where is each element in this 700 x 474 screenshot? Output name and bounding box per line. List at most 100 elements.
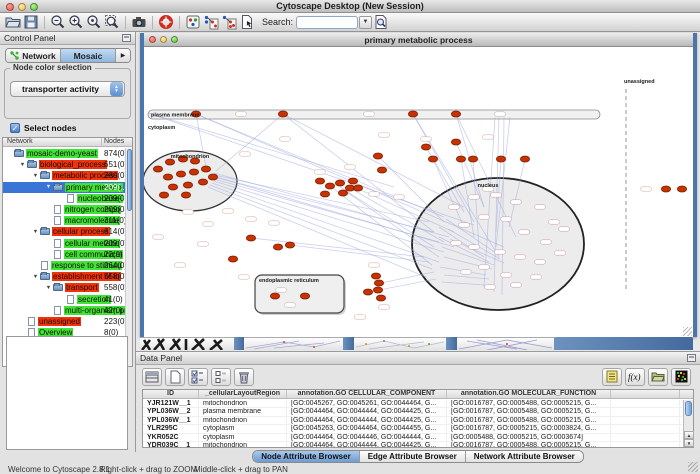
- network-node[interactable]: [198, 179, 207, 185]
- background-window-edge[interactable]: [343, 337, 354, 350]
- snapshot-button[interactable]: [130, 14, 148, 31]
- column-header[interactable]: annotation.GO MOLECULAR_FUNCTION: [447, 390, 611, 398]
- network-node[interactable]: [183, 182, 192, 188]
- tree-item[interactable]: macromolecule311(0): [3, 215, 125, 226]
- network-node[interactable]: [163, 174, 172, 180]
- network-node[interactable]: [408, 111, 417, 117]
- tree-item[interactable]: response to stimulu264(0): [3, 260, 125, 271]
- network-node[interactable]: [278, 111, 287, 117]
- tree-item[interactable]: ▼cellular process614(0): [3, 226, 125, 237]
- expand-arrow-icon[interactable]: ▼: [31, 173, 40, 179]
- advanced-search-button[interactable]: [372, 14, 390, 31]
- network-node[interactable]: [363, 289, 372, 295]
- help-button[interactable]: [157, 14, 175, 31]
- background-window-edge[interactable]: [554, 337, 693, 350]
- more-tabs-button[interactable]: ▶: [116, 49, 130, 62]
- import-attributes-button[interactable]: [648, 368, 668, 386]
- background-window-sliver[interactable]: [244, 337, 343, 350]
- table-scrollbar-thumb[interactable]: [685, 401, 692, 416]
- expand-arrow-icon[interactable]: ▼: [31, 229, 40, 235]
- column-header[interactable]: [611, 390, 680, 398]
- network-edge[interactable]: [214, 173, 449, 237]
- zoom-in-button[interactable]: [67, 14, 85, 31]
- attribute-table-button[interactable]: [142, 368, 162, 386]
- background-window-sliver[interactable]: [457, 337, 554, 350]
- network-node[interactable]: [374, 280, 383, 286]
- new-attribute-button[interactable]: [165, 368, 185, 386]
- background-window-edge[interactable]: [446, 337, 457, 350]
- save-button[interactable]: [22, 14, 40, 31]
- network-edge[interactable]: [379, 279, 436, 290]
- network-node[interactable]: [159, 192, 168, 198]
- network-node[interactable]: [168, 184, 177, 190]
- network-node[interactable]: [228, 256, 237, 262]
- network-node[interactable]: [325, 183, 334, 189]
- tree-item[interactable]: ▼primary metabo209(...: [3, 182, 125, 193]
- float-window-icon[interactable]: [687, 354, 696, 362]
- zoom-out-button[interactable]: [49, 14, 67, 31]
- network-node[interactable]: [300, 293, 309, 299]
- unselect-attributes-button[interactable]: [211, 368, 231, 386]
- tree-header-nodes[interactable]: Nodes: [102, 138, 132, 146]
- network-node[interactable]: [371, 273, 380, 279]
- search-input[interactable]: [296, 16, 358, 29]
- expand-arrow-icon[interactable]: ▼: [31, 274, 40, 280]
- column-header[interactable]: annotation.GO CELLULAR_COMPONENT: [287, 390, 447, 398]
- annotation-button[interactable]: [238, 14, 256, 31]
- background-window-sliver[interactable]: [140, 337, 234, 350]
- delete-attribute-button[interactable]: [234, 368, 254, 386]
- network-node[interactable]: [373, 153, 382, 159]
- tree-item[interactable]: mosaic-demo-yeast874(0): [3, 148, 125, 159]
- open-button[interactable]: [4, 14, 22, 31]
- select-nodes-checkbox[interactable]: ✓: [10, 123, 20, 133]
- network-node[interactable]: [270, 293, 279, 299]
- tree-item[interactable]: cell communicat22(0): [3, 249, 125, 260]
- network-node[interactable]: [520, 156, 529, 162]
- network-node[interactable]: [335, 180, 344, 186]
- network-node[interactable]: [246, 235, 255, 241]
- column-header[interactable]: _cellularLayoutRegion: [199, 390, 287, 398]
- tree-item[interactable]: nitrogen compo209(0): [3, 204, 125, 215]
- table-row[interactable]: YLR295Ccytoplasm[GO:0045263, GO:0044464,…: [143, 425, 682, 433]
- scroll-up-button[interactable]: ▲: [684, 431, 694, 439]
- network-node[interactable]: [376, 295, 385, 301]
- zoom-selected-region-button[interactable]: [103, 14, 121, 31]
- tree-item[interactable]: unassigned223(0): [3, 316, 125, 327]
- tab-network[interactable]: Network: [6, 49, 61, 62]
- tree-scrollbar-thumb[interactable]: [127, 149, 132, 211]
- network-window-titlebar[interactable]: primary metabolic process: [144, 33, 693, 47]
- notes-button[interactable]: [602, 368, 622, 386]
- network-node[interactable]: [176, 171, 185, 177]
- window-resize-grip[interactable]: [683, 327, 692, 336]
- network-canvas[interactable]: plasma membranecytoplasmmitochondrionnuc…: [144, 47, 693, 337]
- table-row[interactable]: YPL036W__1mitochondrion[GO:0044464, GO:0…: [143, 417, 682, 425]
- tree-item[interactable]: ▼metabolic process280(0): [3, 170, 125, 181]
- tree-item[interactable]: ▼transport558(0): [3, 282, 125, 293]
- tab-edge-attribute-browser[interactable]: Edge Attribute Browser: [360, 451, 466, 462]
- network-node[interactable]: [348, 178, 357, 184]
- zoom-fit-button[interactable]: [85, 14, 103, 31]
- network-node[interactable]: [421, 144, 430, 150]
- tab-mosaic[interactable]: Mosaic: [61, 49, 116, 62]
- network-node[interactable]: [377, 167, 386, 173]
- network-node[interactable]: [315, 178, 324, 184]
- background-window-edge[interactable]: [234, 337, 244, 350]
- network-node[interactable]: [353, 185, 362, 191]
- tree-header-network[interactable]: Network: [3, 138, 102, 146]
- network-node[interactable]: [451, 111, 460, 117]
- color-attribute-dropdown[interactable]: transporter activity ▲▼: [10, 81, 125, 97]
- tree-item[interactable]: cellular metabo209(0): [3, 238, 125, 249]
- network-edge[interactable]: [283, 114, 434, 232]
- network-node[interactable]: [373, 287, 382, 293]
- select-attributes-button[interactable]: [188, 368, 208, 386]
- matrix-view-button[interactable]: [671, 368, 691, 386]
- table-row[interactable]: YKR052Ccytoplasm[GO:0044464, GO:0044446,…: [143, 434, 682, 442]
- tree-scrollbar[interactable]: [125, 148, 132, 366]
- expand-arrow-icon[interactable]: ▼: [44, 184, 53, 190]
- float-window-icon[interactable]: [122, 34, 131, 42]
- birdseye-view[interactable]: [6, 336, 128, 450]
- expand-arrow-icon[interactable]: ▼: [44, 285, 53, 291]
- background-window-sliver[interactable]: [354, 337, 446, 350]
- network-node[interactable]: [320, 191, 329, 197]
- network-node[interactable]: [189, 169, 198, 175]
